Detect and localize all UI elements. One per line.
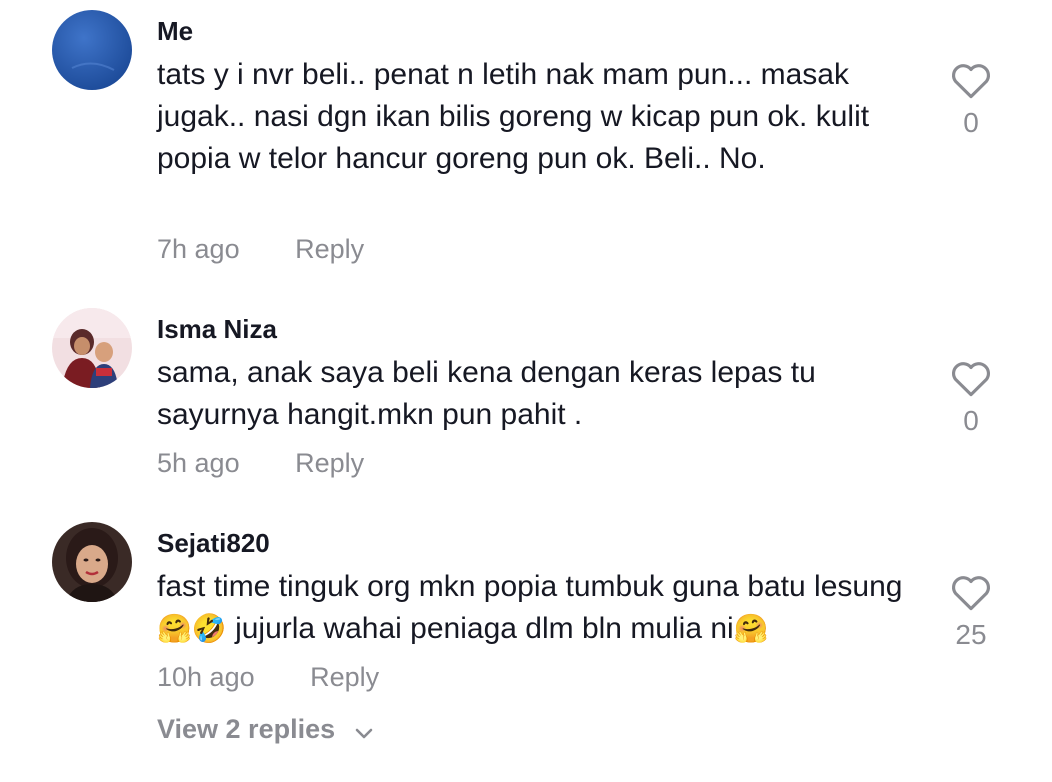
comment-text: fast time tinguk org mkn popia tumbuk gu…	[157, 566, 927, 650]
comment-meta: 5h ago Reply	[157, 446, 364, 480]
reply-button[interactable]: Reply	[310, 660, 379, 694]
heart-outline-icon	[952, 362, 990, 397]
comment-username[interactable]: Me	[157, 15, 193, 47]
view-replies-button[interactable]: View 2 replies	[157, 712, 373, 748]
comment-text-part: jujurla wahai peniaga dlm bln mulia ni	[226, 612, 734, 645]
like-button[interactable]: 25	[946, 572, 996, 652]
chevron-down-icon	[355, 714, 373, 748]
reply-button[interactable]: Reply	[295, 446, 364, 480]
avatar[interactable]	[52, 10, 132, 90]
comment-timestamp: 10h ago	[157, 662, 255, 692]
like-count: 0	[963, 107, 979, 138]
avatar[interactable]	[52, 308, 132, 388]
heart-outline-icon	[952, 576, 990, 611]
like-count: 0	[963, 405, 979, 436]
comment-text: tats y i nvr beli.. penat n letih nak ma…	[157, 58, 870, 175]
like-button[interactable]: 0	[946, 358, 996, 438]
comment-username[interactable]: Sejati820	[157, 527, 270, 559]
heart-outline-icon	[952, 64, 990, 99]
comment-timestamp: 5h ago	[157, 448, 240, 478]
comment-text-part: fast time tinguk org mkn popia tumbuk gu…	[157, 570, 903, 603]
comment-text: sama, anak saya beli kena dengan keras l…	[157, 356, 816, 431]
view-replies-label: View 2 replies	[157, 714, 336, 744]
like-button[interactable]: 0	[946, 60, 996, 140]
avatar[interactable]	[52, 522, 132, 602]
reply-button[interactable]: Reply	[295, 232, 364, 266]
comment-meta: 10h ago Reply	[157, 660, 379, 694]
emoji: 🤗	[733, 613, 769, 644]
avatar-image	[52, 10, 132, 90]
comment-meta: 7h ago Reply	[157, 232, 364, 266]
emoji: 🤗🤣	[157, 613, 227, 644]
comment-timestamp: 7h ago	[157, 234, 240, 264]
avatar-image	[52, 308, 132, 388]
like-count: 25	[955, 619, 987, 650]
avatar-image	[52, 522, 132, 602]
comment-username[interactable]: Isma Niza	[157, 313, 277, 345]
